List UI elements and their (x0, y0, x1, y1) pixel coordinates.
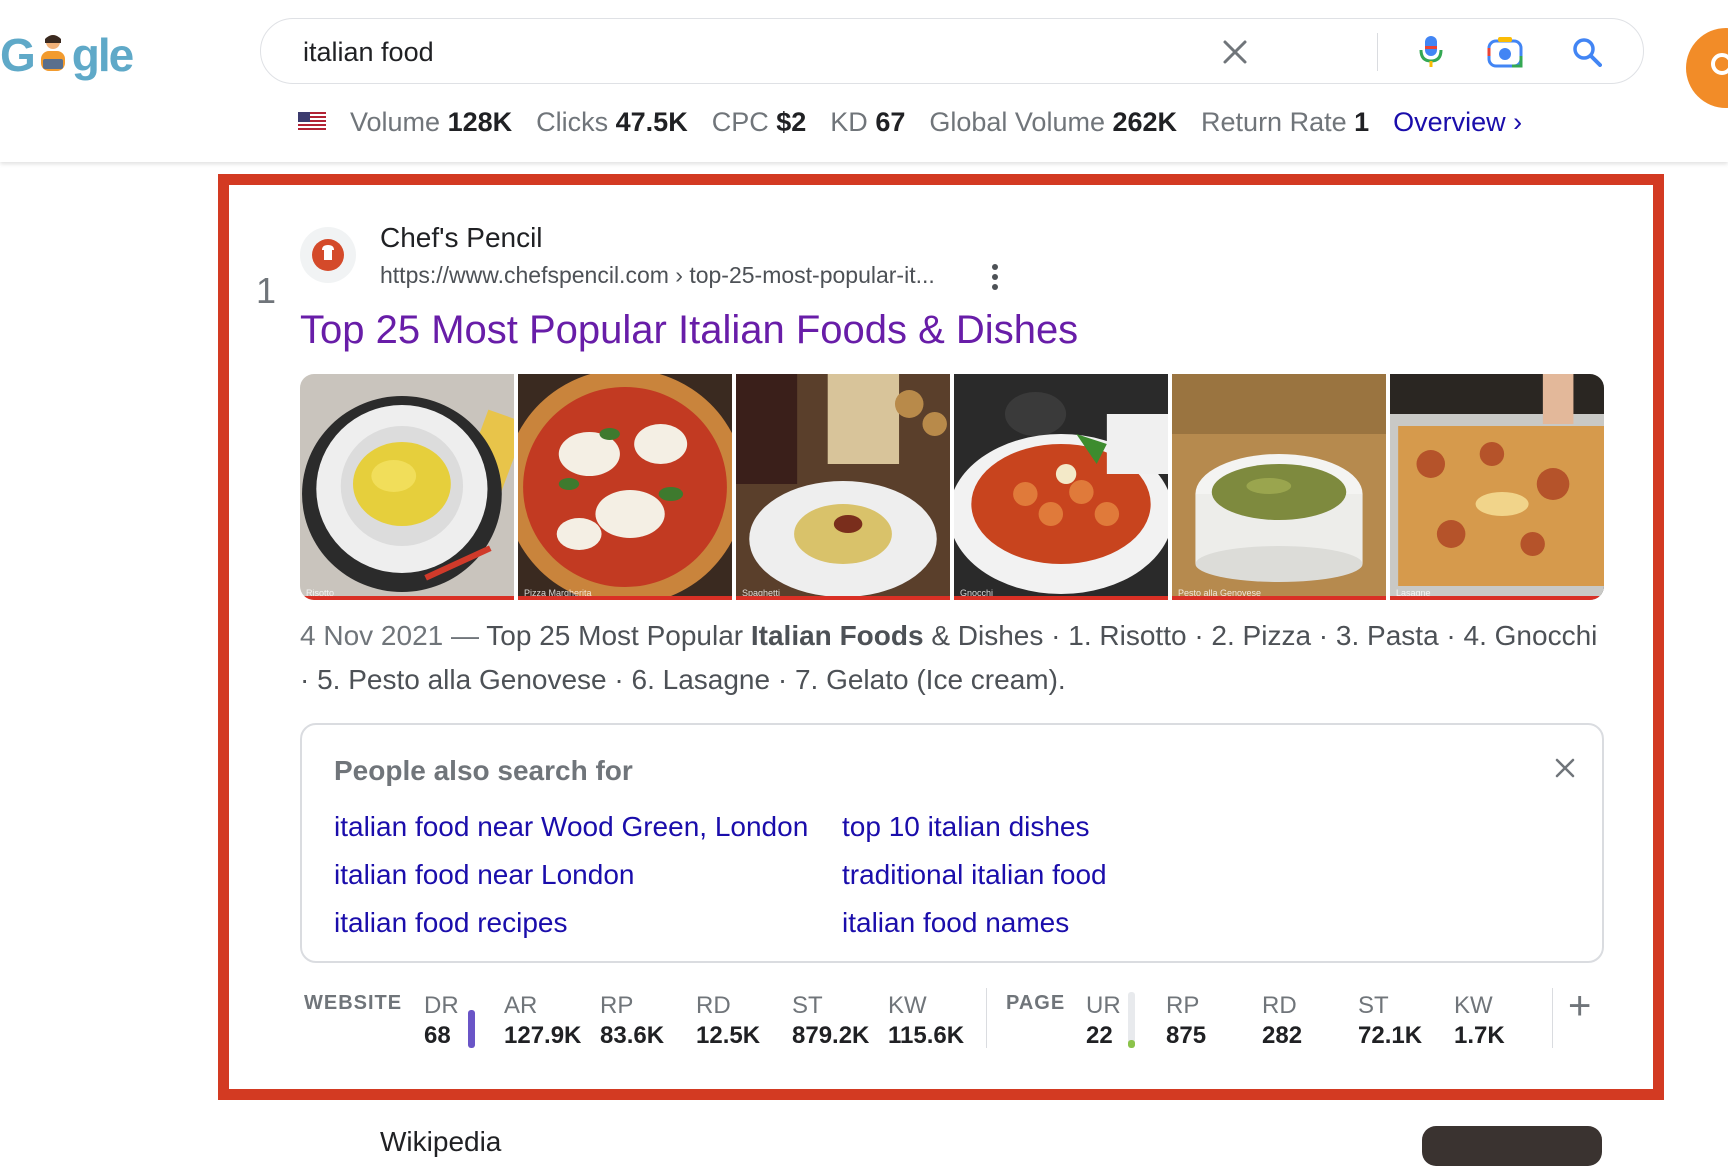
stat-key: RD (1262, 992, 1297, 1019)
stat-st[interactable]: ST 72.1K (1358, 992, 1422, 1052)
stat-value: 115.6K (888, 1022, 965, 1049)
stat-rp[interactable]: RP 83.6K (600, 992, 664, 1052)
people-also-search-title: People also search for (334, 755, 633, 786)
overview-link[interactable]: Overview › (1393, 107, 1522, 138)
stat-rd[interactable]: RD 12.5K (696, 992, 760, 1052)
site-url[interactable]: https://www.chefspencil.com › top-25-mos… (380, 262, 935, 289)
stat-value: 68 (424, 1022, 451, 1049)
risotto-image[interactable]: Risotto (300, 374, 514, 600)
stat-ar[interactable]: AR 127.9K (504, 992, 581, 1052)
seo-stats-bar: WEBSITE DR 68 AR 127.9K RP 83.6K RD 12.5K ST… (300, 986, 1604, 1050)
stat-key: RP (600, 992, 634, 1019)
search-header: G gle italian food Volume 128K Clicks 47… (0, 0, 1728, 162)
thumb-accent-bar (300, 596, 514, 600)
stat-value: 1.7K (1454, 1022, 1505, 1049)
stat-value: 83.6K (600, 1022, 665, 1049)
metric-clicks: Clicks 47.5K (536, 106, 688, 137)
magnifier-icon (1711, 53, 1728, 75)
pesto-image[interactable]: Pesto alla Genovese (1172, 374, 1386, 600)
stat-key: ST (1358, 992, 1389, 1019)
related-search-link[interactable]: italian food near London (334, 859, 634, 891)
extension-search-button[interactable] (1686, 28, 1728, 108)
related-search-link[interactable]: italian food recipes (334, 907, 567, 939)
stats-divider (1552, 988, 1553, 1048)
metric-kd: KD 67 (830, 106, 906, 137)
gnocchi-image[interactable]: Gnocchi (954, 374, 1168, 600)
site-name[interactable]: Chef's Pencil (380, 222, 543, 254)
pizza-image[interactable]: Pizza Margherita (518, 374, 732, 600)
stat-kw[interactable]: KW 115.6K (888, 992, 964, 1052)
stat-value: 127.9K (504, 1022, 582, 1049)
searchbox-divider (1377, 33, 1378, 71)
people-also-search-box: People also search for italian food near… (300, 723, 1604, 963)
stat-dr[interactable]: DR 68 (424, 992, 459, 1052)
stat-value: 72.1K (1358, 1022, 1423, 1049)
stats-divider (986, 988, 987, 1048)
stat-key: KW (888, 992, 927, 1019)
close-icon[interactable] (1550, 753, 1580, 783)
stat-key: KW (1454, 992, 1493, 1019)
metric-cpc: CPC $2 (711, 106, 807, 137)
image-thumbnail-strip: Risotto Pizza Margherita Spaghetti Gnocc… (300, 374, 1604, 600)
stat-ur[interactable]: UR 22 (1086, 992, 1121, 1052)
snippet-text: Top 25 Most Popular (479, 620, 751, 651)
thumb-accent-bar (1172, 596, 1386, 600)
related-search-link[interactable]: italian food near Wood Green, London (334, 811, 808, 843)
stat-key: AR (504, 992, 538, 1019)
camera-lens-icon[interactable] (1485, 32, 1525, 72)
stat-kw[interactable]: KW 1.7K (1454, 992, 1505, 1052)
ur-level-bar (1128, 992, 1135, 1048)
result-rank: 1 (256, 270, 277, 311)
lasagne-image[interactable]: Lasagne (1390, 374, 1604, 600)
metric-return-rate: Return Rate 1 (1201, 106, 1370, 137)
result-snippet: 4 Nov 2021 — Top 25 Most Popular Italian… (300, 614, 1610, 702)
search-box[interactable] (260, 18, 1644, 84)
stat-value: 12.5K (696, 1022, 761, 1049)
keyword-metrics-bar: Volume 128K Clicks 47.5K CPC $2 KD 67 Gl… (298, 100, 1522, 144)
thumb-accent-bar (518, 596, 732, 600)
search-icon[interactable] (1567, 32, 1607, 72)
ur-level-fill (1128, 1040, 1135, 1048)
stat-key: UR (1086, 992, 1121, 1019)
doodle-figure-icon (40, 35, 65, 71)
stat-value: 22 (1086, 1022, 1113, 1049)
next-result-thumbnail[interactable] (1422, 1126, 1602, 1166)
next-result-site-name[interactable]: Wikipedia (380, 1126, 501, 1158)
dr-level-bar (468, 1010, 475, 1048)
stat-key: RP (1166, 992, 1200, 1019)
metric-volume: Volume 128K (350, 106, 513, 137)
stat-st[interactable]: ST 879.2K (792, 992, 869, 1052)
stat-key: RD (696, 992, 731, 1019)
logo-text: gle (71, 29, 134, 81)
thumb-accent-bar (736, 596, 950, 600)
search-input[interactable] (301, 31, 1305, 73)
stat-rp[interactable]: RP 875 (1166, 992, 1206, 1052)
result-title-link[interactable]: Top 25 Most Popular Italian Foods & Dish… (300, 308, 1078, 353)
stat-key: DR (424, 992, 459, 1019)
related-search-link[interactable]: top 10 italian dishes (842, 811, 1090, 843)
stat-rd[interactable]: RD 282 (1262, 992, 1302, 1052)
add-metric-button[interactable]: + (1568, 986, 1600, 1026)
metric-global-volume: Global Volume 262K (929, 106, 1178, 137)
thumb-accent-bar (1390, 596, 1604, 600)
snippet-date: 4 Nov 2021 — (300, 620, 479, 651)
logo-letter: G (0, 29, 36, 81)
google-logo[interactable]: G gle (0, 25, 134, 85)
page-stats-label: PAGE (1006, 992, 1066, 1014)
stat-value: 282 (1262, 1022, 1303, 1049)
related-search-link[interactable]: traditional italian food (842, 859, 1107, 891)
website-stats-label: WEBSITE (304, 992, 403, 1014)
stat-value: 875 (1166, 1022, 1207, 1049)
stat-key: ST (792, 992, 823, 1019)
more-options-icon[interactable] (985, 262, 1005, 292)
clear-icon[interactable] (1215, 32, 1255, 72)
stat-value: 879.2K (792, 1022, 870, 1049)
microphone-icon[interactable] (1411, 32, 1451, 72)
chefs-pencil-favicon-icon[interactable] (300, 227, 356, 283)
snippet-highlight: Italian Foods (750, 620, 924, 651)
related-search-link[interactable]: italian food names (842, 907, 1069, 939)
thumb-accent-bar (954, 596, 1168, 600)
pasta-image[interactable]: Spaghetti (736, 374, 950, 600)
us-flag-icon (298, 112, 326, 132)
